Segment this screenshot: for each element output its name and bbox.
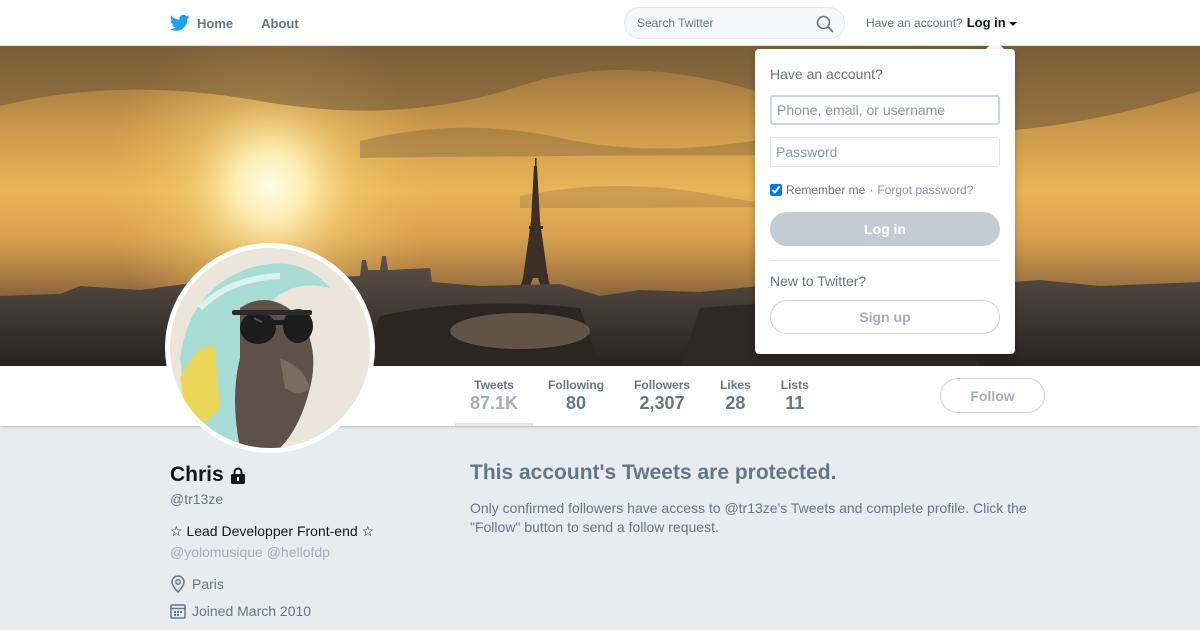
- account-login-toggle[interactable]: Have an account? Log in: [866, 15, 1017, 30]
- bio-mention-link[interactable]: @yolomusique: [170, 544, 263, 560]
- nav-about-label: About: [261, 15, 299, 31]
- bio-mention-link[interactable]: @hellofdp: [267, 544, 330, 560]
- location-text: Paris: [192, 576, 224, 592]
- nav-home-label: Home: [197, 15, 234, 31]
- caret-down-icon: [1008, 21, 1017, 26]
- remember-me-row: Remember me · Forgot password?: [770, 183, 973, 197]
- avatar[interactable]: [165, 243, 375, 453]
- top-navigation-bar: Home About Have an account? Log in: [0, 0, 1200, 46]
- protected-text: Only confirmed followers have access to …: [470, 500, 1027, 535]
- stat-following[interactable]: Following 80: [533, 366, 619, 426]
- stat-value: 87.1K: [470, 393, 519, 413]
- stat-lists[interactable]: Lists 11: [766, 366, 824, 426]
- profile-bio: ☆ Lead Developper Front-end ☆: [170, 523, 375, 539]
- bio-mentions: @yolomusique @hellofdp: [170, 544, 330, 560]
- search-box[interactable]: [624, 7, 845, 39]
- login-button[interactable]: Log in: [770, 212, 1000, 246]
- remember-me-label[interactable]: Remember me: [786, 183, 865, 197]
- separator-dot: ·: [869, 183, 874, 197]
- remember-me-checkbox[interactable]: [770, 184, 782, 196]
- stat-label: Likes: [720, 378, 751, 392]
- location-pin-icon: [171, 575, 185, 593]
- login-dropdown: Have an account? Remember me · Forgot pa…: [755, 49, 1015, 354]
- profile-name-row: Chris: [170, 463, 247, 487]
- twitter-bird-icon: [170, 14, 190, 31]
- username-field[interactable]: [770, 95, 1000, 125]
- search-input[interactable]: [637, 16, 807, 30]
- stat-label: Followers: [634, 378, 691, 392]
- stat-value: 2,307: [639, 393, 685, 413]
- search-icon[interactable]: [816, 15, 834, 33]
- signup-button[interactable]: Sign up: [770, 300, 1000, 334]
- stat-label: Following: [548, 378, 605, 392]
- nav-login-link[interactable]: Log in: [967, 15, 1006, 30]
- avatar-image: [170, 248, 370, 448]
- stat-likes[interactable]: Likes 28: [705, 366, 766, 426]
- have-account-text: Have an account?: [866, 15, 963, 30]
- profile-name[interactable]: Chris: [170, 463, 224, 487]
- stat-label: Tweets: [474, 378, 514, 392]
- profile-joined: Joined March 2010: [170, 603, 311, 619]
- profile-handle[interactable]: @tr13ze: [170, 491, 223, 507]
- stat-value: 28: [725, 393, 746, 413]
- stat-value: 11: [785, 393, 805, 413]
- stat-followers[interactable]: Followers 2,307: [619, 366, 705, 426]
- stat-label: Lists: [780, 378, 809, 392]
- dropdown-title: Have an account?: [770, 66, 883, 82]
- lock-icon: [230, 467, 245, 484]
- protected-title: This account's Tweets are protected.: [470, 461, 837, 484]
- password-field[interactable]: [770, 137, 1000, 167]
- dropdown-divider: [770, 260, 1000, 261]
- forgot-password-link[interactable]: Forgot password?: [877, 183, 973, 197]
- calendar-icon: [170, 604, 186, 619]
- profile-location: Paris: [170, 575, 224, 593]
- joined-text: Joined March 2010: [192, 603, 312, 619]
- nav-left: Home About: [170, 0, 327, 46]
- profile-stats: Tweets 87.1K Following 80 Followers 2,30…: [455, 366, 824, 426]
- new-to-twitter-text: New to Twitter?: [770, 273, 867, 289]
- nav-about-link[interactable]: About: [261, 16, 299, 31]
- nav-home-link[interactable]: Home: [170, 14, 233, 32]
- stat-value: 80: [566, 393, 587, 413]
- stat-tweets[interactable]: Tweets 87.1K: [455, 366, 534, 426]
- follow-button[interactable]: Follow: [940, 378, 1045, 413]
